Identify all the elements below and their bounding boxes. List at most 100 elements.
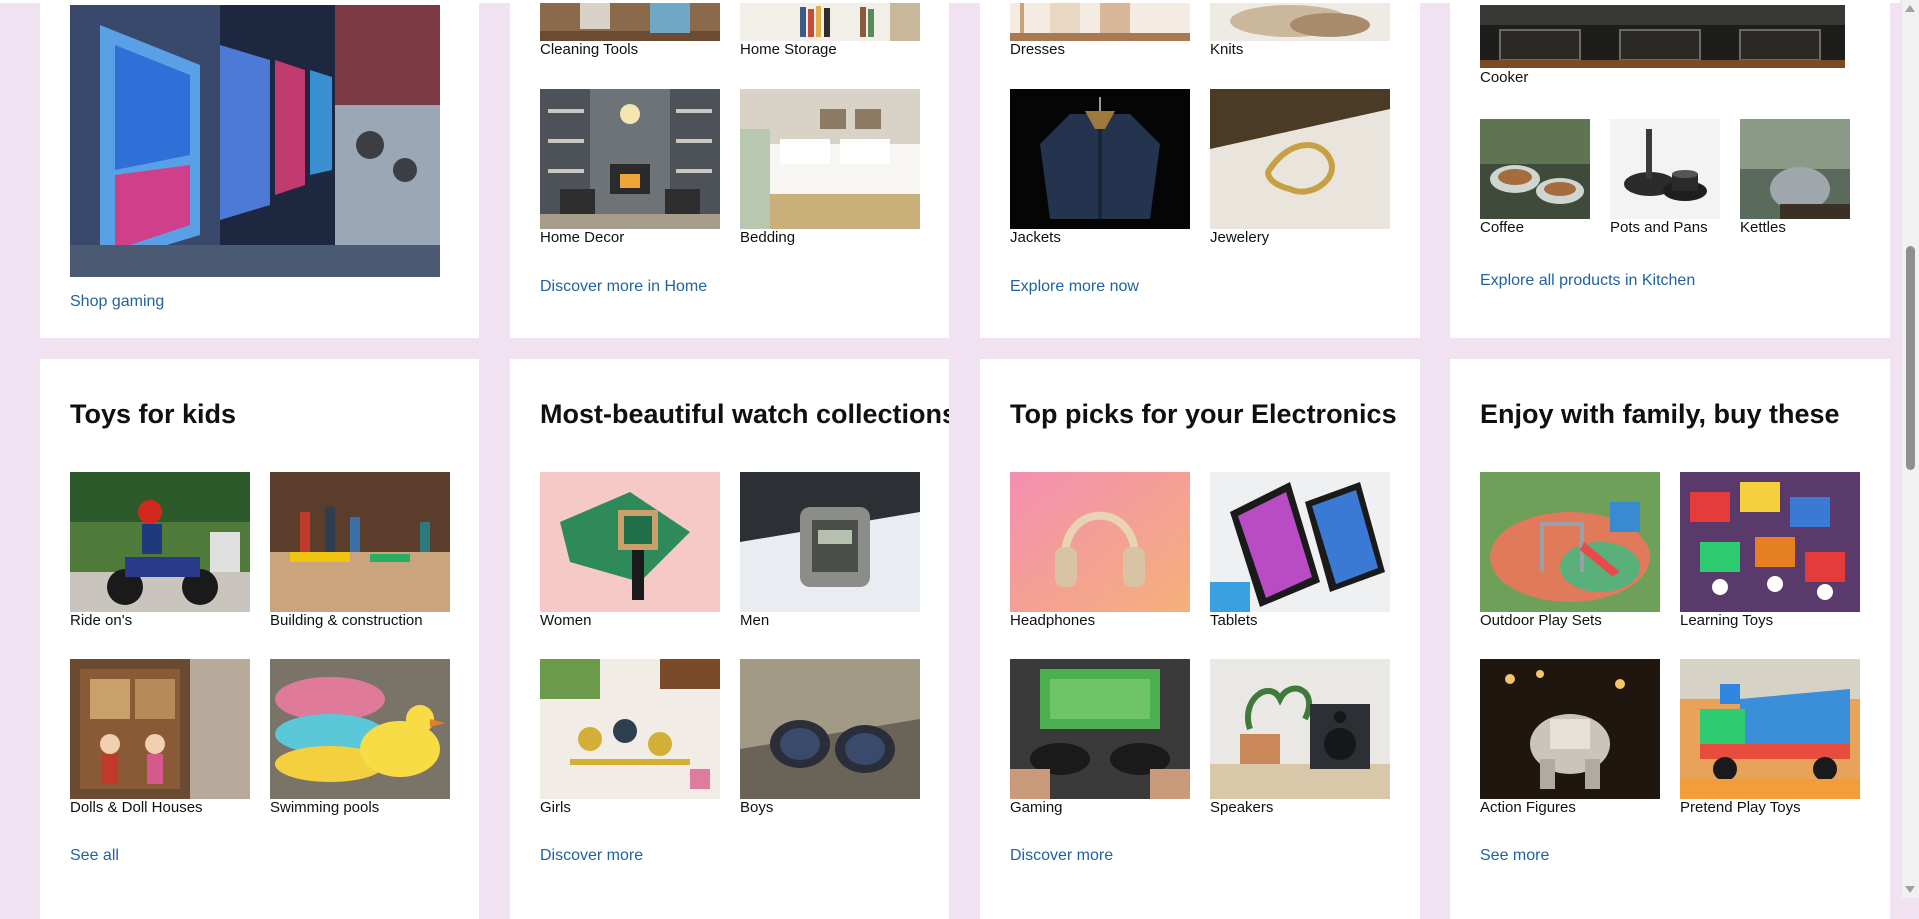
pots-and-pans-image bbox=[1610, 119, 1720, 219]
card-title: Most-beautiful watch collections bbox=[540, 399, 949, 429]
home-decor-image bbox=[540, 89, 720, 229]
tile-label: Home Decor bbox=[540, 229, 625, 246]
electronics-card: Top picks for your Electronics Headphone… bbox=[980, 359, 1420, 919]
tile-building-construction[interactable]: Building & construction bbox=[270, 472, 460, 637]
tile-label: Bedding bbox=[740, 229, 796, 246]
tile-label: Jewelery bbox=[1210, 229, 1270, 246]
card-title: Top picks for your Electronics bbox=[1010, 399, 1397, 429]
tile-knits[interactable]: Knits bbox=[1210, 3, 1390, 63]
tile-label: Coffee bbox=[1480, 219, 1524, 236]
women-watches-image bbox=[540, 472, 720, 612]
see-all-link[interactable]: See all bbox=[70, 847, 119, 865]
tile-label: Boys bbox=[740, 799, 774, 816]
explore-kitchen-link[interactable]: Explore all products in Kitchen bbox=[1480, 272, 1695, 290]
family-card: Enjoy with family, buy these Outdoor Pla… bbox=[1450, 359, 1890, 919]
tile-dolls-doll-houses[interactable]: Dolls & Doll Houses bbox=[70, 659, 260, 824]
tile-label: Jackets bbox=[1010, 229, 1061, 246]
tile-label: Cleaning Tools bbox=[540, 41, 639, 58]
tile-bedding[interactable]: Bedding bbox=[740, 89, 920, 254]
tile-label: Knits bbox=[1210, 41, 1244, 58]
tile-label: Women bbox=[540, 612, 592, 629]
building-construction-image bbox=[270, 472, 450, 612]
tile-learning-toys[interactable]: Learning Toys bbox=[1680, 472, 1860, 637]
cooker-image bbox=[1480, 5, 1845, 68]
tile-action-figures[interactable]: Action Figures bbox=[1480, 659, 1660, 824]
swimming-pools-image bbox=[270, 659, 450, 799]
kitchen-card: Cooker Coffee Pots and Pans Kettles Expl… bbox=[1450, 3, 1890, 338]
vertical-scrollbar[interactable] bbox=[1902, 0, 1919, 898]
tile-dresses[interactable]: Dresses bbox=[1010, 3, 1190, 63]
tile-label: Action Figures bbox=[1480, 799, 1576, 816]
scrollbar-thumb[interactable] bbox=[1906, 246, 1915, 470]
dresses-image bbox=[1010, 3, 1190, 41]
explore-more-now-link[interactable]: Explore more now bbox=[1010, 278, 1139, 296]
tile-label: Pretend Play Toys bbox=[1680, 799, 1801, 816]
bedding-image bbox=[740, 89, 920, 229]
gaming-controllers-image bbox=[1010, 659, 1190, 799]
tile-pretend-play-toys[interactable]: Pretend Play Toys bbox=[1680, 659, 1870, 824]
see-more-link[interactable]: See more bbox=[1480, 847, 1549, 865]
girls-watches-image bbox=[540, 659, 720, 799]
home-storage-image bbox=[740, 3, 920, 41]
action-figures-image bbox=[1480, 659, 1660, 799]
tile-home-storage[interactable]: Home Storage bbox=[740, 3, 920, 63]
headphones-image bbox=[1010, 472, 1190, 612]
tile-speakers[interactable]: Speakers bbox=[1210, 659, 1390, 824]
home-card: Cleaning Tools Home Storage Home Decor B… bbox=[510, 3, 949, 338]
knits-image bbox=[1210, 3, 1390, 41]
learning-toys-image bbox=[1680, 472, 1860, 612]
tile-jackets[interactable]: Jackets bbox=[1010, 89, 1190, 254]
discover-more-electronics-link[interactable]: Discover more bbox=[1010, 847, 1113, 865]
card-title: Enjoy with family, buy these bbox=[1480, 399, 1840, 429]
tablets-image bbox=[1210, 472, 1390, 612]
shop-gaming-link[interactable]: Shop gaming bbox=[70, 293, 164, 311]
gaming-arcade-image bbox=[70, 5, 440, 277]
tile-ride-ons[interactable]: Ride on's bbox=[70, 472, 250, 637]
tile-label: Speakers bbox=[1210, 799, 1274, 816]
tile-men[interactable]: Men bbox=[740, 472, 920, 637]
tile-label: Ride on's bbox=[70, 612, 133, 629]
tile-label: Headphones bbox=[1010, 612, 1096, 629]
tile-girls[interactable]: Girls bbox=[540, 659, 720, 824]
discover-more-watches-link[interactable]: Discover more bbox=[540, 847, 643, 865]
tile-label: Learning Toys bbox=[1680, 612, 1774, 629]
tile-outdoor-play-sets[interactable]: Outdoor Play Sets bbox=[1480, 472, 1660, 637]
tile-label: Kettles bbox=[1740, 219, 1786, 236]
men-watches-image bbox=[740, 472, 920, 612]
outdoor-play-sets-image bbox=[1480, 472, 1660, 612]
tile-label: Outdoor Play Sets bbox=[1480, 612, 1602, 629]
discover-more-home-link[interactable]: Discover more in Home bbox=[540, 278, 707, 296]
tile-jewelery[interactable]: Jewelery bbox=[1210, 89, 1390, 254]
watch-collections-card: Most-beautiful watch collections Women M… bbox=[510, 359, 949, 919]
tile-coffee[interactable]: Coffee bbox=[1480, 119, 1590, 244]
tile-cleaning-tools[interactable]: Cleaning Tools bbox=[540, 3, 720, 63]
tile-label: Building & construction bbox=[270, 612, 423, 629]
tile-home-decor[interactable]: Home Decor bbox=[540, 89, 720, 254]
gaming-hero-image-tile[interactable] bbox=[70, 5, 440, 277]
tile-boys[interactable]: Boys bbox=[740, 659, 920, 824]
tile-swimming-pools[interactable]: Swimming pools bbox=[270, 659, 460, 824]
tile-gaming[interactable]: Gaming bbox=[1010, 659, 1190, 824]
scroll-down-arrow-icon[interactable] bbox=[1905, 886, 1915, 893]
tile-cooker[interactable]: Cooker bbox=[1480, 5, 1850, 87]
jackets-image bbox=[1010, 89, 1190, 229]
scroll-up-arrow-icon[interactable] bbox=[1905, 5, 1915, 12]
cleaning-tools-image bbox=[540, 3, 720, 41]
tile-label: Tablets bbox=[1210, 612, 1258, 629]
tile-label: Gaming bbox=[1010, 799, 1063, 816]
card-title: Toys for kids bbox=[70, 399, 237, 429]
tile-label: Home Storage bbox=[740, 41, 837, 58]
pretend-play-toys-image bbox=[1680, 659, 1860, 799]
kettles-image bbox=[1740, 119, 1850, 219]
tile-women[interactable]: Women bbox=[540, 472, 720, 637]
tile-label: Men bbox=[740, 612, 770, 629]
ride-ons-image bbox=[70, 472, 250, 612]
tile-label: Dolls & Doll Houses bbox=[70, 799, 203, 816]
tile-kettles[interactable]: Kettles bbox=[1740, 119, 1850, 244]
tile-label: Girls bbox=[540, 799, 571, 816]
coffee-image bbox=[1480, 119, 1590, 219]
tile-tablets[interactable]: Tablets bbox=[1210, 472, 1390, 637]
tile-label: Cooker bbox=[1480, 69, 1529, 86]
tile-headphones[interactable]: Headphones bbox=[1010, 472, 1190, 637]
tile-pots-and-pans[interactable]: Pots and Pans bbox=[1610, 119, 1725, 244]
